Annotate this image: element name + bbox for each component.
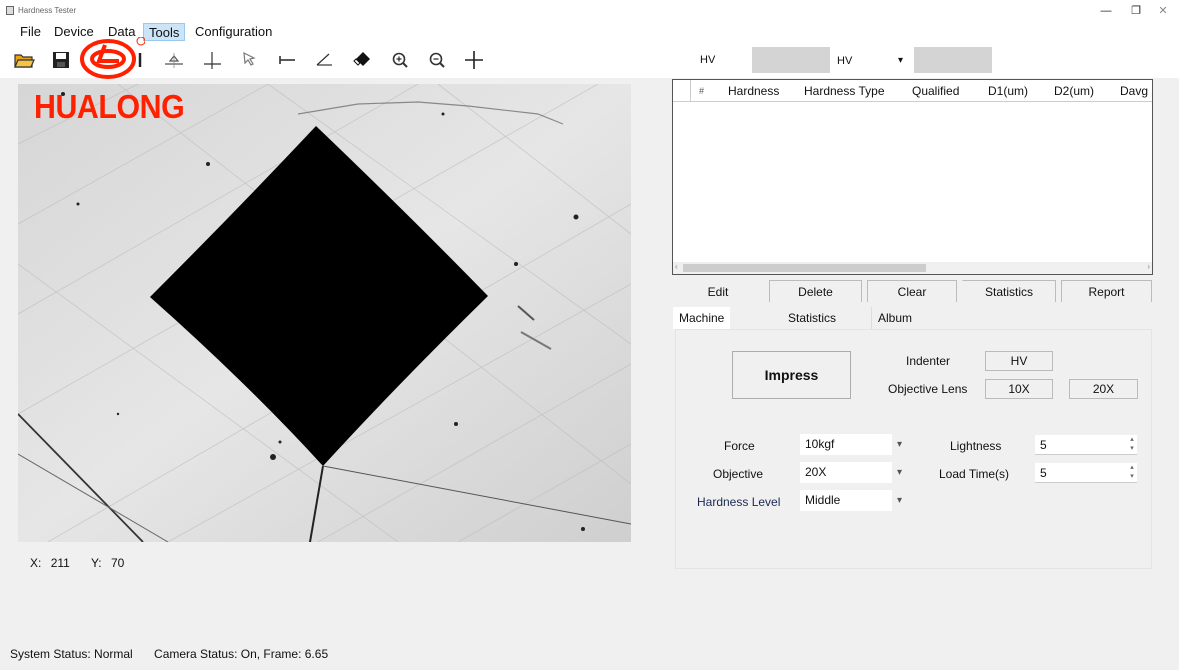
objective-lens-label: Objective Lens xyxy=(888,382,968,396)
lens-20x-button[interactable]: 20X xyxy=(1069,379,1138,399)
chevron-down-icon: ▾ xyxy=(897,55,903,66)
hardness-level-select[interactable]: Middle ▾ xyxy=(800,490,902,511)
hardness-type-value: HV xyxy=(837,55,853,67)
column-header-qualified[interactable]: Qualified xyxy=(912,84,959,98)
system-status: System Status: Normal xyxy=(10,647,133,661)
tab-statistics-info[interactable]: Statistics Info xyxy=(782,307,842,347)
chevron-down-icon: ▾ xyxy=(896,467,902,478)
tab-machine-control[interactable]: Machine Control xyxy=(673,307,731,347)
column-header-davg[interactable]: Davg xyxy=(1120,84,1148,98)
report-button[interactable]: Report xyxy=(1061,280,1152,302)
save-icon[interactable] xyxy=(49,48,73,72)
app-window: Hardness Tester — ❐ ✕ File Device Data T… xyxy=(0,0,1179,670)
scroll-left-icon[interactable]: ‹ xyxy=(675,262,678,271)
crosshair-icon[interactable] xyxy=(462,48,486,72)
brand-logo-icon xyxy=(75,36,146,81)
chevron-down-icon: ▾ xyxy=(896,439,902,450)
lightness-value: 5 xyxy=(1040,438,1047,452)
force-label: Force xyxy=(724,439,755,453)
edit-button[interactable]: Edit xyxy=(672,280,764,302)
column-header-index[interactable]: # xyxy=(699,86,704,96)
table-header: # Hardness Hardness Type Qualified D1(um… xyxy=(673,80,1152,102)
open-folder-icon[interactable] xyxy=(12,48,36,72)
delete-button[interactable]: Delete xyxy=(769,280,862,302)
menu-bar: File Device Data Tools Configuration xyxy=(0,22,1179,42)
chevron-down-icon: ▾ xyxy=(896,495,902,506)
column-header-hardness[interactable]: Hardness xyxy=(728,84,779,98)
indenter-label: Indenter xyxy=(906,354,951,368)
perpendicular-icon[interactable] xyxy=(200,48,224,72)
lens-10x-button[interactable]: 10X xyxy=(985,379,1053,399)
select-cursor-icon[interactable] xyxy=(238,48,262,72)
status-bar: System Status: Normal Camera Status: On,… xyxy=(10,647,346,661)
hardness-result-display xyxy=(914,47,992,73)
load-time-spinner[interactable]: 5 ▴ ▾ xyxy=(1035,463,1137,483)
toolbar xyxy=(0,42,1179,78)
x-label: X: xyxy=(30,556,42,570)
y-label: Y: xyxy=(90,556,102,570)
horizontal-scrollbar[interactable]: ‹ › xyxy=(673,262,1152,274)
camera-status: Camera Status: On, Frame: 6.65 xyxy=(154,647,329,661)
window-title: Hardness Tester xyxy=(18,6,77,15)
close-button[interactable]: ✕ xyxy=(1151,3,1175,19)
objective-label: Objective xyxy=(713,467,764,481)
lightness-spinner[interactable]: 5 ▴ ▾ xyxy=(1035,435,1137,455)
center-point-icon[interactable] xyxy=(162,48,186,72)
angle-icon[interactable] xyxy=(312,48,336,72)
impress-button[interactable]: Impress xyxy=(732,351,851,399)
force-value: 10kgf xyxy=(805,437,835,451)
hardness-level-label: Hardness Level xyxy=(697,495,781,509)
lightness-label: Lightness xyxy=(950,439,1002,453)
microscope-image-view[interactable] xyxy=(18,84,631,542)
hardness-type-select[interactable]: HV ▾ xyxy=(833,50,909,72)
column-header-d1[interactable]: D1(um) xyxy=(988,84,1028,98)
hardness-value-display xyxy=(752,47,830,73)
objective-select[interactable]: 20X ▾ xyxy=(800,462,902,483)
zoom-in-icon[interactable] xyxy=(388,48,412,72)
load-time-value: 5 xyxy=(1040,466,1047,480)
spinner-arrows-icon[interactable]: ▴ ▾ xyxy=(1129,435,1135,453)
maximize-button[interactable]: ❐ xyxy=(1124,3,1148,19)
column-header-d2[interactable]: D2(um) xyxy=(1054,84,1094,98)
spinner-arrows-icon[interactable]: ▴ ▾ xyxy=(1129,463,1135,481)
app-icon xyxy=(6,6,14,15)
hardness-unit-label: HV xyxy=(700,54,716,66)
brand-name: HUALONG xyxy=(34,88,185,125)
column-header-hardness-type[interactable]: Hardness Type xyxy=(804,84,885,98)
force-select[interactable]: 10kgf ▾ xyxy=(800,434,902,455)
indentation-image xyxy=(18,84,631,542)
tab-album[interactable]: Album xyxy=(871,307,918,329)
row-header-cell xyxy=(673,80,691,101)
eraser-icon[interactable] xyxy=(350,48,374,72)
horizontal-measure-icon[interactable] xyxy=(275,48,299,72)
title-bar: Hardness Tester — ❐ ✕ xyxy=(0,0,1179,22)
load-time-label: Load Time(s) xyxy=(939,467,1010,481)
scroll-right-icon[interactable]: › xyxy=(1147,262,1150,271)
clear-button[interactable]: Clear xyxy=(867,280,957,302)
objective-value: 20X xyxy=(805,465,827,479)
menu-file[interactable]: File xyxy=(15,23,46,41)
x-value: 211 xyxy=(50,556,70,570)
hardness-level-value: Middle xyxy=(805,493,841,507)
menu-configuration[interactable]: Configuration xyxy=(190,23,277,41)
minimize-button[interactable]: — xyxy=(1094,3,1118,19)
zoom-out-icon[interactable] xyxy=(425,48,449,72)
cursor-coordinates: X: 211 Y: 70 xyxy=(30,556,130,570)
results-table[interactable]: # Hardness Hardness Type Qualified D1(um… xyxy=(672,79,1153,275)
statistics-button[interactable]: Statistics xyxy=(962,280,1056,302)
scrollbar-thumb[interactable] xyxy=(683,264,926,272)
menu-tools[interactable]: Tools xyxy=(143,23,186,41)
y-value: 70 xyxy=(110,556,125,570)
indenter-value: HV xyxy=(985,351,1053,371)
